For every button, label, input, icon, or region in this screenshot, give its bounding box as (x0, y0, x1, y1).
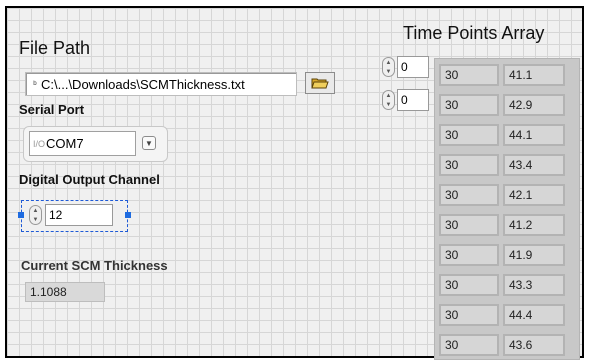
selection-handle-left[interactable] (18, 212, 24, 218)
current-thickness-indicator: 1.1088 (25, 282, 105, 302)
time-points-label: Time Points Array (403, 23, 545, 43)
chevron-down-icon[interactable]: ▼ (142, 136, 156, 150)
col-index-stepper-icon[interactable]: ▲ ▼ (382, 90, 395, 110)
array-cell[interactable]: 30 (439, 184, 499, 206)
serial-port-value: COM7 (46, 136, 84, 151)
digital-output-input[interactable]: 12 (45, 204, 113, 226)
array-cell[interactable]: 42.9 (503, 94, 565, 116)
array-cell[interactable]: 41.1 (503, 64, 565, 86)
array-cell[interactable]: 30 (439, 154, 499, 176)
serial-port-label: Serial Port (19, 102, 85, 117)
array-cell[interactable]: 43.6 (503, 334, 565, 356)
array-cell[interactable]: 44.4 (503, 304, 565, 326)
serial-port-select[interactable]: I/O COM7 (29, 131, 136, 156)
array-cell[interactable]: 43.3 (503, 274, 565, 296)
folder-open-icon (311, 78, 329, 89)
array-cell[interactable]: 30 (439, 64, 499, 86)
array-cell[interactable]: 30 (439, 334, 499, 356)
array-cell[interactable]: 30 (439, 244, 499, 266)
array-cell[interactable]: 30 (439, 94, 499, 116)
file-path-field[interactable]: ᵇ C:\...\Downloads\SCMThickness.txt (25, 72, 297, 96)
file-path-label: File Path (19, 38, 91, 58)
array-cell[interactable]: 43.4 (503, 154, 565, 176)
visa-resource-icon: I/O (32, 138, 45, 149)
col-index-input[interactable]: 0 (397, 89, 429, 111)
current-thickness-label: Current SCM Thickness (21, 258, 168, 273)
selection-handle-right[interactable] (125, 212, 131, 218)
increment-decrement-icon[interactable]: ▲ ▼ (29, 205, 42, 225)
array-cell[interactable]: 41.9 (503, 244, 565, 266)
file-path-value: C:\...\Downloads\SCMThickness.txt (41, 76, 245, 92)
array-cell[interactable]: 30 (439, 214, 499, 236)
array-cell[interactable]: 30 (439, 274, 499, 296)
array-cell[interactable]: 41.2 (503, 214, 565, 236)
array-cell[interactable]: 42.1 (503, 184, 565, 206)
array-cell[interactable]: 44.1 (503, 124, 565, 146)
digital-output-label: Digital Output Channel (19, 172, 160, 187)
array-cell[interactable]: 30 (439, 124, 499, 146)
browse-button[interactable] (305, 72, 335, 94)
row-index-input[interactable]: 0 (397, 56, 429, 78)
array-cell[interactable]: 30 (439, 304, 499, 326)
path-type-icon: ᵇ (33, 79, 37, 89)
row-index-stepper-icon[interactable]: ▲ ▼ (382, 57, 395, 77)
front-panel: File Path ᵇ C:\...\Downloads\SCMThicknes… (5, 6, 584, 360)
